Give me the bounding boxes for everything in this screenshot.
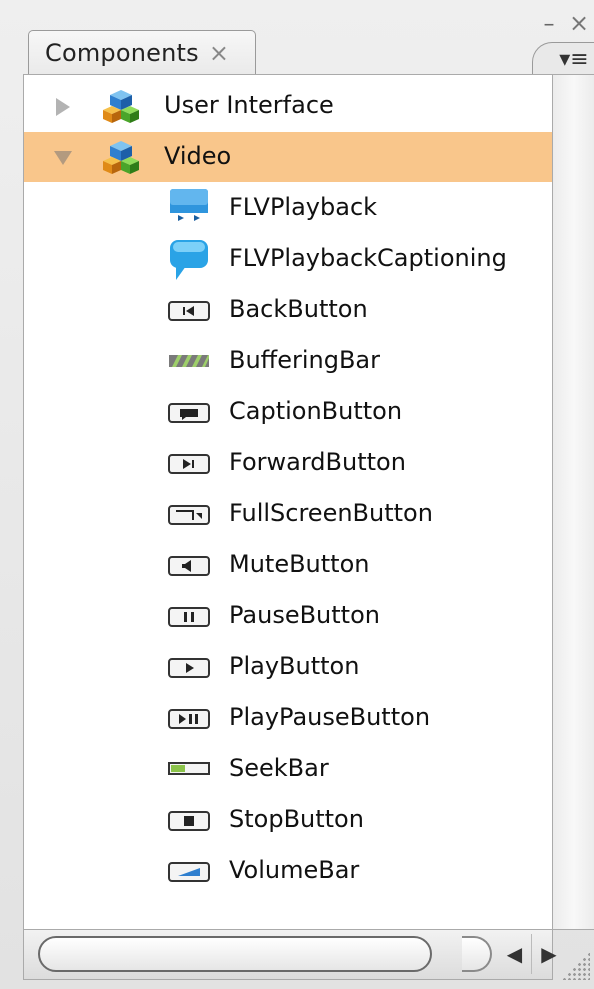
tree-item-volumebar[interactable]: VolumeBar [24,846,552,896]
volume-bar-icon [168,862,210,886]
tree-item-label: PauseButton [229,601,380,629]
expanded-triangle-icon[interactable] [52,147,74,169]
tree-folder-video[interactable]: Video [24,132,552,182]
buffering-bar-icon [168,352,210,374]
package-cubes-icon [102,139,140,175]
close-panel-button[interactable]: × [568,11,590,35]
forward-button-icon [168,454,210,478]
tree-item-label: FLVPlaybackCaptioning [229,244,507,272]
minimize-button[interactable]: – [540,14,558,36]
tree-item-bufferingbar[interactable]: BufferingBar [24,336,552,386]
tree-item-label: CaptionButton [229,397,403,425]
collapsed-triangle-icon[interactable] [52,96,74,118]
tree-item-label: BackButton [229,295,368,323]
tree-item-label: PlayPauseButton [229,703,431,731]
tree-folder-label: User Interface [164,91,334,119]
horizontal-scrollbar[interactable]: ◀ ▶ [23,930,557,980]
resize-grip-icon[interactable] [562,952,590,980]
fullscreen-button-icon [168,505,210,529]
tree-item-label: StopButton [229,805,364,833]
play-button-icon [168,658,210,682]
tree-item-flvplaybackcaptioning[interactable]: FLVPlaybackCaptioning [24,234,552,286]
tab-label: Components [45,38,199,67]
tree-item-backbutton[interactable]: BackButton [24,285,552,335]
tree-item-label: PlayButton [229,652,360,680]
panel-menu-icon[interactable]: ▾≡ [556,49,592,71]
tree-item-forwardbutton[interactable]: ForwardButton [24,438,552,488]
tree-item-captionbutton[interactable]: CaptionButton [24,387,552,437]
tree-item-flvplayback[interactable]: FLVPlayback [24,183,552,233]
tree-item-seekbar[interactable]: SeekBar [24,744,552,794]
tree-item-label: SeekBar [229,754,329,782]
tree-item-stopbutton[interactable]: StopButton [24,795,552,845]
package-cubes-icon [102,88,140,124]
horizontal-scrollbar-thumb[interactable] [38,936,432,972]
tree-item-fullscreenbutton[interactable]: FullScreenButton [24,489,552,539]
tree-item-label: ForwardButton [229,448,406,476]
tree-folder-user-interface[interactable]: User Interface [24,81,552,131]
tab-components[interactable]: Components × [28,30,256,74]
mute-button-icon [168,556,210,580]
vertical-scrollbar-track[interactable] [553,74,594,930]
stop-button-icon [168,811,210,835]
component-tree: User Interface Video FLVPlayback FLVPlay… [23,74,553,930]
flvplayback-icon [168,187,210,231]
tree-item-pausebutton[interactable]: PauseButton [24,591,552,641]
tree-item-mutebutton[interactable]: MuteButton [24,540,552,590]
tree-folder-label: Video [164,142,232,170]
tree-item-label: VolumeBar [229,856,360,884]
pause-button-icon [168,607,210,631]
scroll-right-arrow-icon[interactable]: ▶ [532,934,566,974]
speech-bubble-icon [168,238,210,286]
tree-item-playbutton[interactable]: PlayButton [24,642,552,692]
tree-item-label: FLVPlayback [229,193,378,221]
scrollbar-track-end [462,936,492,972]
components-panel: – × ▾≡ Components × User Interface Video… [0,0,594,989]
tree-item-label: FullScreenButton [229,499,433,527]
scroll-left-arrow-icon[interactable]: ◀ [498,934,532,974]
tree-item-label: MuteButton [229,550,370,578]
seek-bar-icon [168,761,210,781]
back-button-icon [168,301,210,325]
play-pause-button-icon [168,709,210,733]
tree-item-label: BufferingBar [229,346,380,374]
tab-close-icon[interactable]: × [209,41,229,65]
tree-item-playpausebutton[interactable]: PlayPauseButton [24,693,552,743]
caption-button-icon [168,403,210,427]
